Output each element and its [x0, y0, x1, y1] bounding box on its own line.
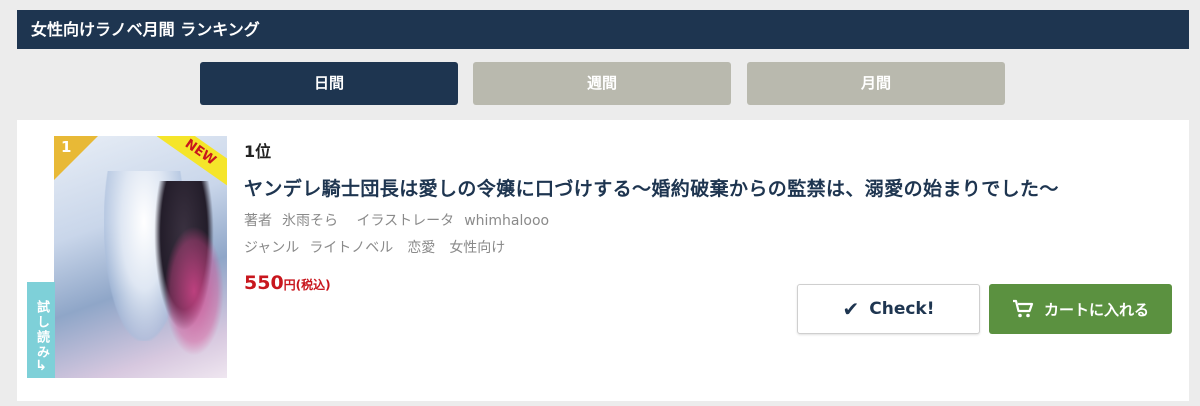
section-title: 女性向けラノベ月間 ランキング — [17, 10, 1189, 49]
credits-row: 著者 氷雨そら イラストレータ whimhalooo — [244, 210, 563, 230]
ranking-page: 女性向けラノベ月間 ランキング 日間 週間 月間 1 NEW 試し読み ↳ 1位… — [0, 0, 1200, 406]
price-unit: 円(税込) — [283, 278, 331, 292]
cart-icon — [1012, 299, 1034, 318]
cart-button-label: カートに入れる — [1043, 300, 1149, 319]
price: 550円(税込) — [244, 272, 331, 294]
cover-rank-number: 1 — [61, 138, 72, 156]
author-name[interactable]: 氷雨そら — [282, 213, 338, 229]
genre-tag[interactable]: ライトノベル — [309, 240, 393, 256]
book-cover-image[interactable]: 1 NEW — [54, 136, 227, 378]
cover-art-title — [164, 226, 224, 356]
tab-monthly[interactable]: 月間 — [747, 62, 1005, 105]
tab-daily[interactable]: 日間 — [200, 62, 458, 105]
genre-tag[interactable]: 恋愛 — [407, 240, 435, 256]
genre-row: ジャンル ライトノベル 恋愛 女性向け — [244, 237, 519, 257]
genre-label: ジャンル — [244, 240, 300, 256]
check-button[interactable]: ✔ Check! — [797, 284, 980, 334]
genre-tag[interactable]: 女性向け — [449, 240, 505, 256]
illustrator-name[interactable]: whimhalooo — [464, 213, 549, 229]
period-tabs: 日間 週間 月間 — [200, 62, 1005, 106]
price-amount: 550 — [244, 272, 284, 294]
author-label: 著者 — [244, 213, 272, 229]
illustrator-label: イラストレータ — [356, 213, 455, 229]
tab-weekly[interactable]: 週間 — [473, 62, 731, 105]
add-to-cart-button[interactable]: カートに入れる — [989, 284, 1172, 334]
trial-arrow-icon: ↳ — [35, 358, 47, 374]
book-title-link[interactable]: ヤンデレ騎士団長は愛しの令嬢に口づけする〜婚約破棄からの監禁は、溺愛の始まりでし… — [244, 174, 1059, 201]
ranking-item-card: 1 NEW 試し読み ↳ 1位 ヤンデレ騎士団長は愛しの令嬢に口づけする〜婚約破… — [17, 120, 1189, 401]
rank-label: 1位 — [244, 142, 272, 161]
checkmark-icon: ✔ — [842, 297, 860, 321]
check-button-label: Check! — [869, 299, 935, 319]
